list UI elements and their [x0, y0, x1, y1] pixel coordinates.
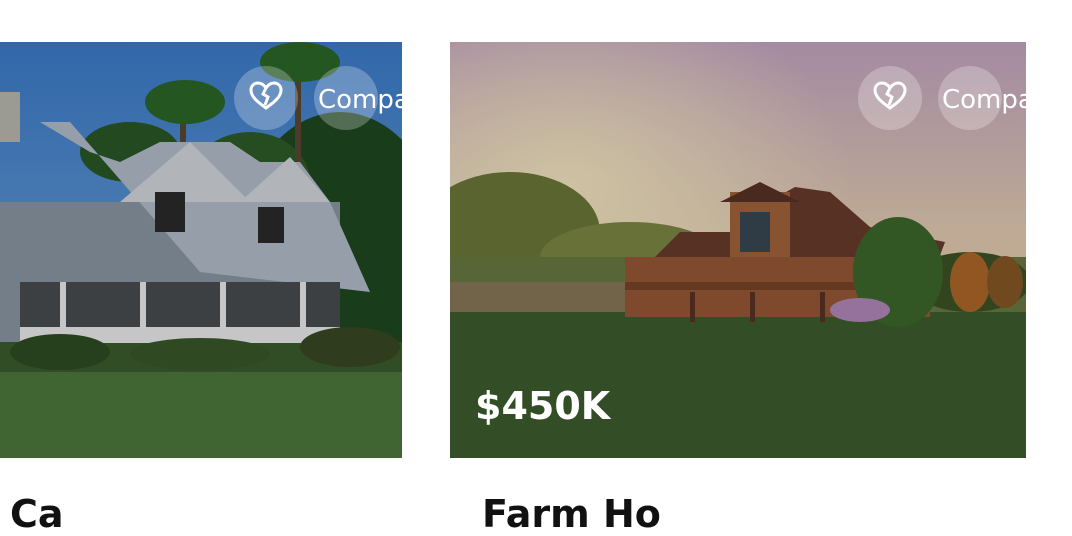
listing-card[interactable]: Compa — [0, 42, 402, 458]
favorite-button[interactable] — [858, 66, 922, 130]
compare-button[interactable]: Compa — [314, 66, 402, 130]
heart-icon — [249, 80, 283, 116]
favorite-button[interactable] — [234, 66, 298, 130]
listing-card[interactable]: Compa $450K — [450, 42, 1026, 458]
compare-label: Compa — [318, 85, 402, 115]
listing-title[interactable]: Ca — [10, 492, 64, 536]
listing-price: $450K — [475, 384, 611, 428]
listing-title[interactable]: Farm Ho — [482, 492, 661, 536]
compare-button[interactable]: Compa — [938, 66, 1026, 130]
compare-label: Compa — [942, 85, 1026, 115]
heart-icon — [873, 80, 907, 116]
